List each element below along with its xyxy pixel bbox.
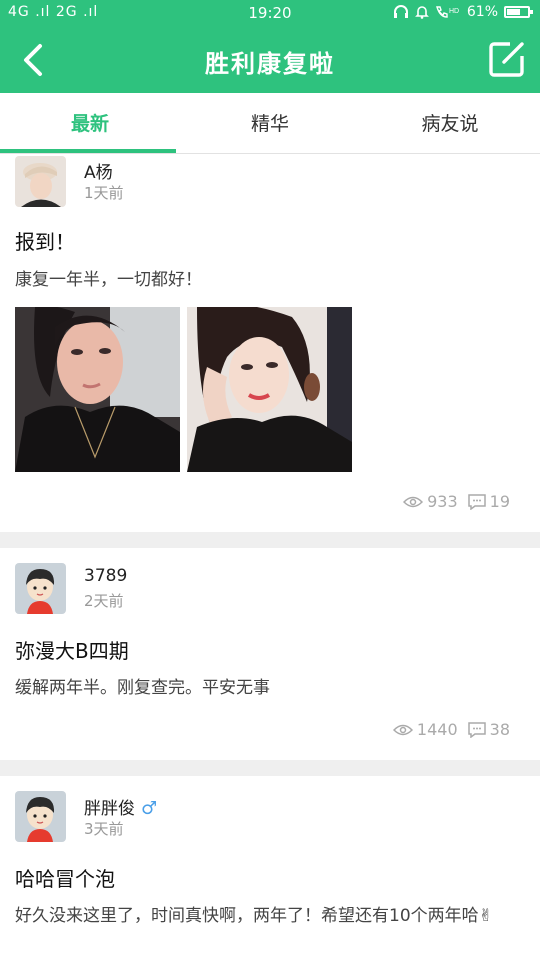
post-photo-1[interactable] bbox=[15, 305, 180, 476]
male-icon: ♂ bbox=[141, 798, 158, 819]
post-card[interactable]: 3789 2天前 弥漫大B四期 缓解两年半。刚复查完。平安无事 1440 38 bbox=[0, 548, 540, 760]
post-username[interactable]: A杨 bbox=[84, 158, 113, 183]
post-body: 好久没来这里了，时间真快啊，两年了！希望还有10个两年哈✌ bbox=[15, 906, 493, 926]
post-title: 哈哈冒个泡 bbox=[15, 867, 115, 891]
post-username[interactable]: 胖胖俊 ♂ bbox=[84, 794, 157, 819]
post-time: 2天前 bbox=[84, 592, 124, 610]
post-stats: 933 19 bbox=[403, 492, 510, 511]
avatar[interactable] bbox=[15, 791, 66, 842]
headphone-icon bbox=[393, 5, 408, 18]
post-photo-2[interactable] bbox=[187, 303, 352, 476]
phone-hd-icon: HD bbox=[435, 6, 459, 18]
battery-percent: 61% bbox=[466, 4, 498, 20]
page-title: 胜利康复啦 bbox=[205, 50, 335, 78]
tab-latest[interactable]: 最新 bbox=[0, 93, 180, 153]
view-count-value: 1440 bbox=[416, 720, 458, 739]
comment-icon bbox=[467, 493, 486, 510]
avatar[interactable] bbox=[15, 563, 66, 614]
post-username[interactable]: 3789 bbox=[84, 566, 127, 586]
tab-indicator bbox=[0, 149, 176, 153]
post-title: 报到！ bbox=[15, 230, 75, 254]
bell-icon bbox=[414, 6, 429, 19]
compose-button[interactable] bbox=[488, 40, 526, 78]
comment-count-value: 19 bbox=[489, 492, 510, 511]
post-body: 缓解两年半。刚复查完。平安无事 bbox=[15, 678, 270, 698]
post-card[interactable]: A杨 1天前 报到！ 康复一年半，一切都好！ 933 19 bbox=[0, 154, 540, 532]
status-bar: 4G .ıl 2G .ıl 19:20 HD 61% bbox=[0, 0, 540, 26]
avatar[interactable] bbox=[15, 156, 66, 207]
status-right: HD 61% bbox=[393, 4, 533, 20]
comment-count[interactable]: 19 bbox=[467, 492, 510, 511]
view-count: 1440 bbox=[392, 720, 458, 739]
tab-bar: 最新 精华 病友说 bbox=[0, 93, 540, 154]
post-username-text[interactable]: 胖胖俊 bbox=[84, 799, 135, 819]
post-title: 弥漫大B四期 bbox=[15, 639, 129, 663]
comment-count-value: 38 bbox=[489, 720, 510, 739]
eye-icon bbox=[392, 724, 413, 735]
battery-icon bbox=[504, 6, 533, 18]
post-body: 康复一年半，一切都好！ bbox=[15, 270, 202, 290]
tab-featured[interactable]: 精华 bbox=[180, 93, 360, 153]
post-time: 3天前 bbox=[84, 820, 124, 838]
tab-patients-say[interactable]: 病友说 bbox=[360, 93, 540, 153]
eye-icon bbox=[403, 496, 424, 507]
post-stats: 1440 38 bbox=[392, 720, 510, 739]
view-count-value: 933 bbox=[427, 492, 458, 511]
comment-icon bbox=[467, 721, 486, 738]
comment-count[interactable]: 38 bbox=[467, 720, 510, 739]
post-card[interactable]: 胖胖俊 ♂ 3天前 哈哈冒个泡 好久没来这里了，时间真快啊，两年了！希望还有10个… bbox=[0, 776, 540, 960]
app-header: 4G .ıl 2G .ıl 19:20 HD 61% 胜利康复啦 bbox=[0, 0, 540, 93]
post-time: 1天前 bbox=[84, 184, 124, 202]
view-count: 933 bbox=[403, 492, 458, 511]
svg-text:HD: HD bbox=[449, 8, 459, 15]
